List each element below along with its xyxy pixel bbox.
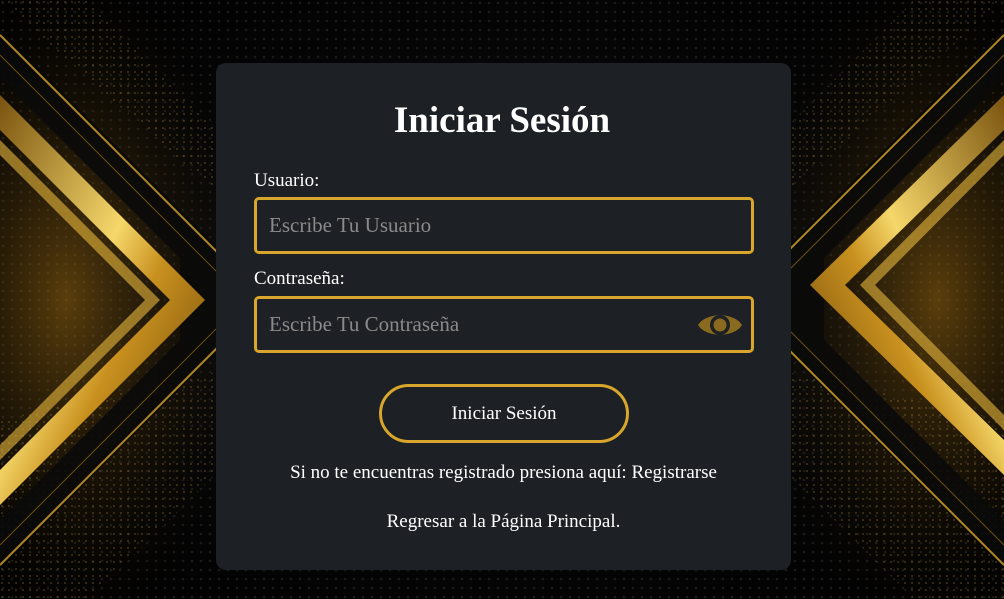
login-page: Iniciar Sesión Usuario: Contraseña: Inic… — [0, 0, 1004, 599]
password-field-box — [254, 296, 754, 353]
username-field-box — [254, 197, 754, 254]
page-title: Iniciar Sesión — [393, 100, 611, 141]
username-input[interactable] — [269, 200, 689, 251]
register-link[interactable]: Registrarse — [631, 462, 716, 483]
home-line: Regresar a la Página Principal. — [216, 511, 791, 533]
register-prompt: Si no te encuentras registrado presiona … — [290, 462, 632, 483]
password-input[interactable] — [269, 299, 689, 350]
register-line: Si no te encuentras registrado presiona … — [216, 462, 791, 484]
username-label: Usuario: — [254, 170, 320, 191]
password-label: Contraseña: — [254, 268, 345, 289]
home-link[interactable]: Regresar a la Página Principal. — [387, 511, 621, 532]
login-button[interactable]: Iniciar Sesión — [379, 384, 629, 443]
eye-icon[interactable] — [696, 308, 744, 342]
